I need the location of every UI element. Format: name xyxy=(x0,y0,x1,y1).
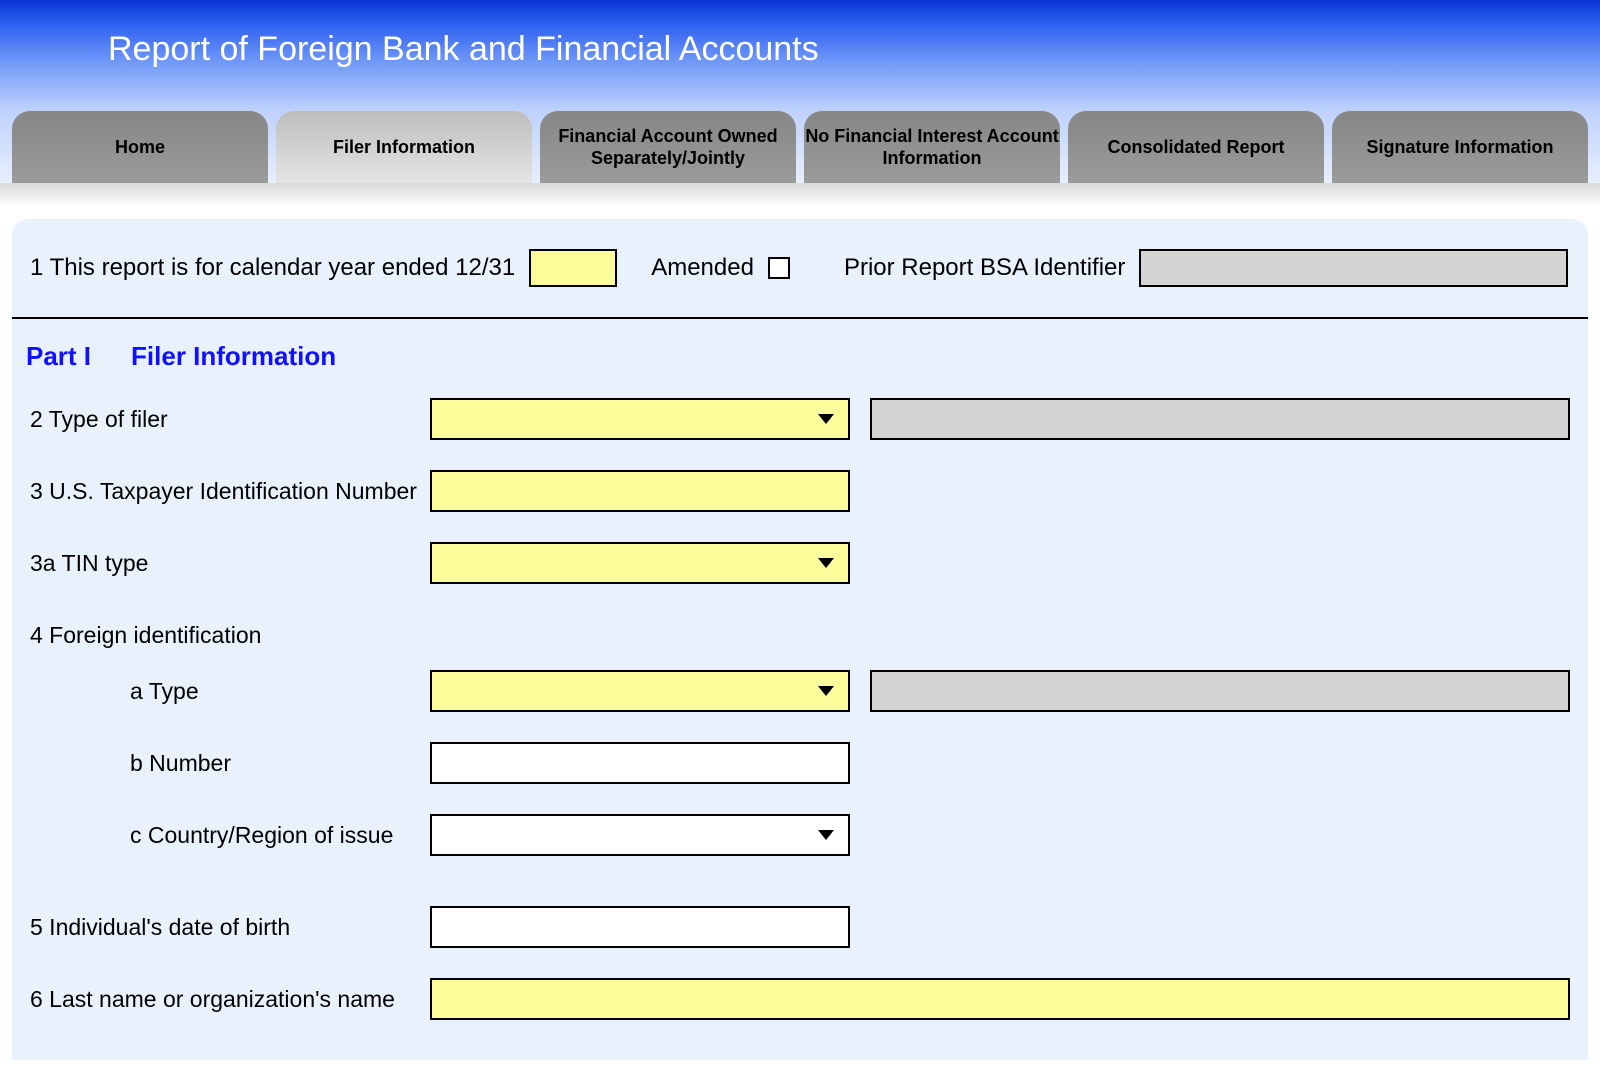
part-name: Filer Information xyxy=(131,341,336,371)
tin-type-dropdown[interactable] xyxy=(430,542,850,584)
label-last-name: 6 Last name or organization's name xyxy=(30,986,430,1013)
foreign-id-type-dropdown[interactable] xyxy=(430,670,850,712)
foreign-id-type-extra-input[interactable] xyxy=(870,670,1570,712)
last-name-input[interactable] xyxy=(430,978,1570,1020)
label-dob: 5 Individual's date of birth xyxy=(30,914,430,941)
tab-no-financial-interest[interactable]: No Financial Interest Account Informatio… xyxy=(804,111,1060,183)
line-1-row: 1 This report is for calendar year ended… xyxy=(12,249,1588,317)
dob-input[interactable] xyxy=(430,906,850,948)
foreign-id-country-dropdown[interactable] xyxy=(430,814,850,856)
row-foreign-id-type: a Type xyxy=(30,670,1570,712)
tab-consolidated-report[interactable]: Consolidated Report xyxy=(1068,111,1324,183)
row-tin-type: 3a TIN type xyxy=(30,542,1570,584)
label-foreign-id-number: b Number xyxy=(30,750,430,777)
label-foreign-id-type: a Type xyxy=(30,678,430,705)
tab-signature-information[interactable]: Signature Information xyxy=(1332,111,1588,183)
row-foreign-id-heading: 4 Foreign identification xyxy=(30,614,1570,656)
label-type-of-filer: 2 Type of filer xyxy=(30,406,430,433)
calendar-year-input[interactable] xyxy=(529,249,617,287)
type-of-filer-dropdown[interactable] xyxy=(430,398,850,440)
amended-label: Amended xyxy=(651,254,754,282)
foreign-id-number-input[interactable] xyxy=(430,742,850,784)
label-tin-type: 3a TIN type xyxy=(30,550,430,577)
tab-filer-information[interactable]: Filer Information xyxy=(276,111,532,183)
prior-report-bsa-identifier-input[interactable] xyxy=(1139,249,1568,287)
header-banner: Report of Foreign Bank and Financial Acc… xyxy=(0,0,1600,108)
tab-financial-account-owned[interactable]: Financial Account Owned Separately/Joint… xyxy=(540,111,796,183)
amended-checkbox[interactable] xyxy=(768,257,790,279)
part-number: Part I xyxy=(26,341,91,371)
tab-shadow xyxy=(0,183,1600,207)
form-panel: 1 This report is for calendar year ended… xyxy=(12,219,1588,1060)
label-tin: 3 U.S. Taxpayer Identification Number xyxy=(30,478,430,505)
row-last-name: 6 Last name or organization's name xyxy=(30,978,1570,1020)
section-divider xyxy=(12,317,1588,319)
tab-bar: Home Filer Information Financial Account… xyxy=(0,108,1600,183)
tab-home[interactable]: Home xyxy=(12,111,268,183)
label-foreign-id: 4 Foreign identification xyxy=(30,622,430,649)
tin-input[interactable] xyxy=(430,470,850,512)
page-title: Report of Foreign Bank and Financial Acc… xyxy=(108,30,1600,69)
row-tin: 3 U.S. Taxpayer Identification Number xyxy=(30,470,1570,512)
row-foreign-id-number: b Number xyxy=(30,742,1570,784)
row-dob: 5 Individual's date of birth xyxy=(30,906,1570,948)
row-foreign-id-country: c Country/Region of issue xyxy=(30,814,1570,856)
row-type-of-filer: 2 Type of filer xyxy=(30,398,1570,440)
part-heading: Part I Filer Information xyxy=(12,333,1588,398)
line-1-label: 1 This report is for calendar year ended… xyxy=(30,254,515,282)
label-foreign-id-country: c Country/Region of issue xyxy=(30,822,430,849)
prior-report-label: Prior Report BSA Identifier xyxy=(844,254,1125,282)
type-of-filer-extra-input[interactable] xyxy=(870,398,1570,440)
